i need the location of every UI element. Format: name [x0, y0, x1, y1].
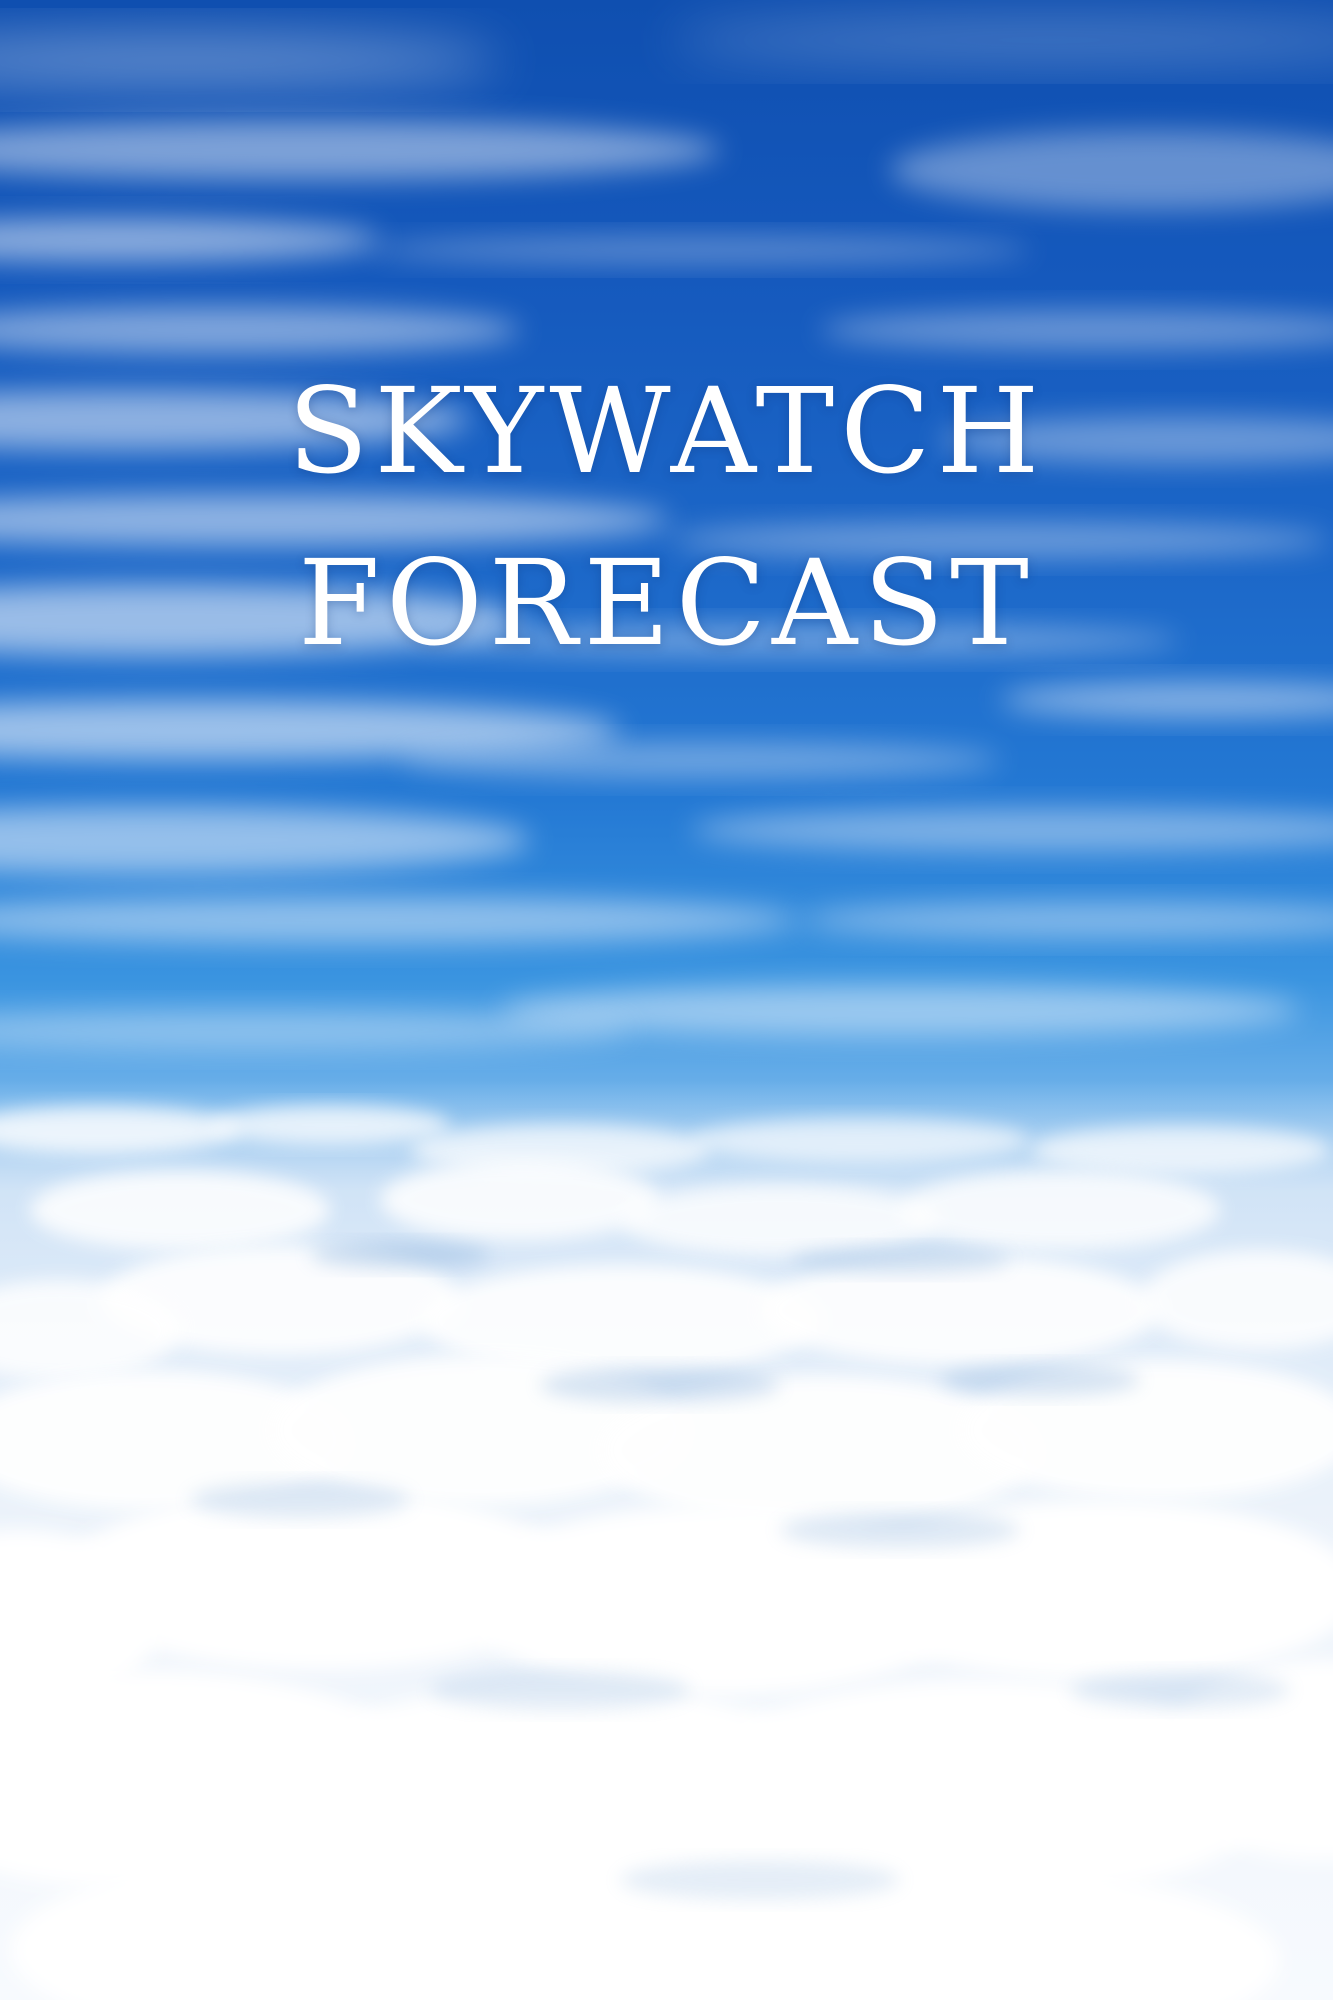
- cover-title: SKYWATCH FORECAST: [0, 345, 1333, 689]
- cover-image: SKYWATCH FORECAST: [0, 0, 1333, 2000]
- title-line-1: SKYWATCH: [287, 362, 1046, 500]
- title-line-2: FORECAST: [298, 534, 1035, 672]
- sky-background: [0, 18, 1333, 2000]
